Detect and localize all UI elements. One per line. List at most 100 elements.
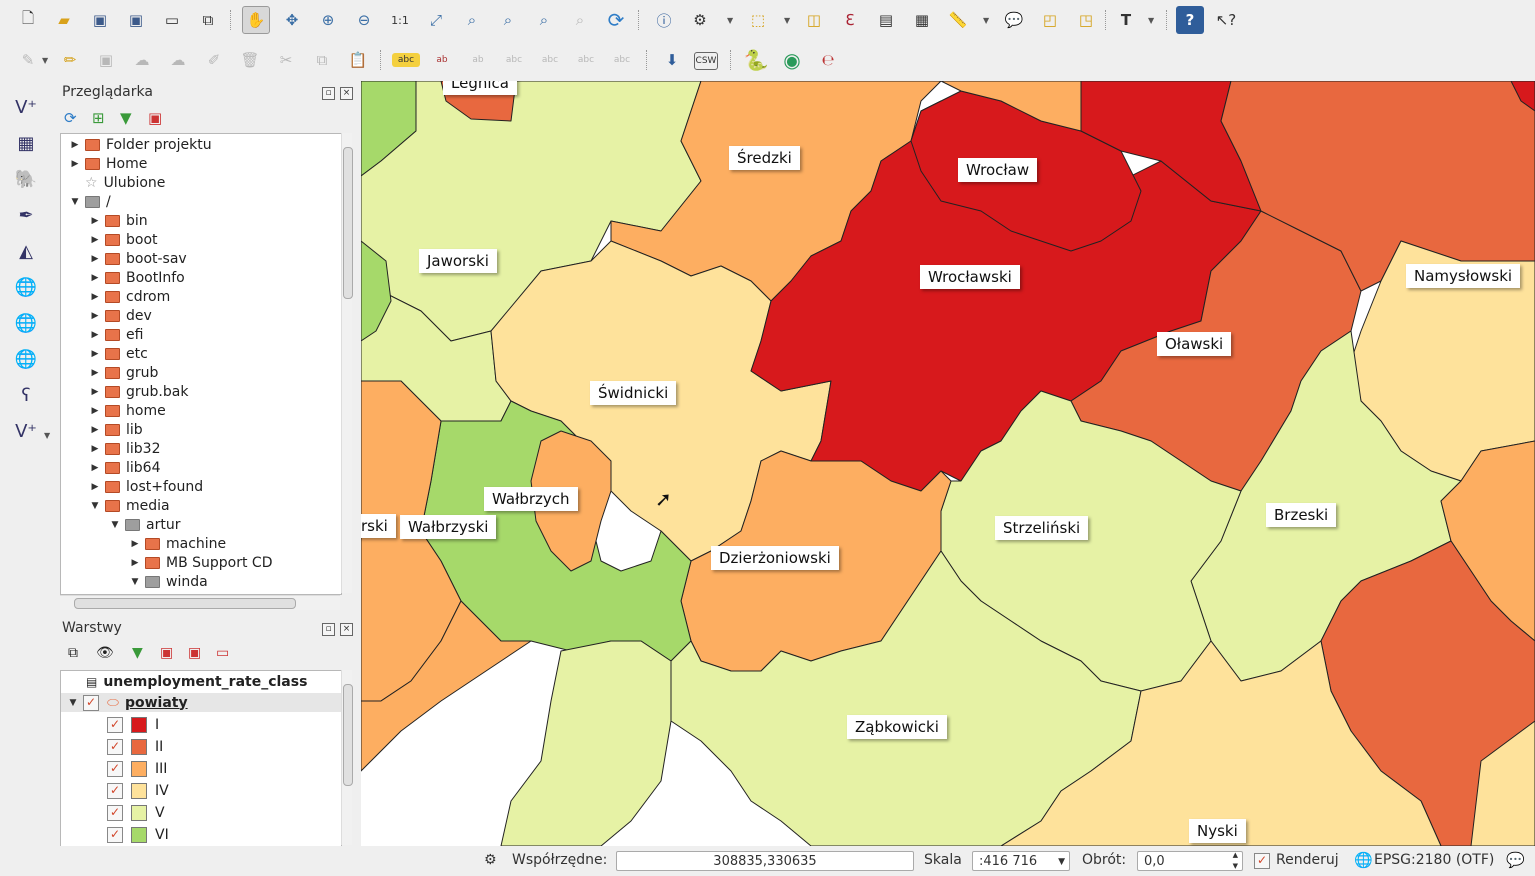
browser-item[interactable]: ▼ winda [129, 572, 208, 591]
class-visibility-checkbox[interactable]: ✓ [107, 738, 123, 755]
collapse-arrow-icon[interactable]: ▼ [69, 197, 81, 207]
attribute-table-icon[interactable]: ▤ [872, 6, 900, 34]
expand-arrow-icon[interactable]: ▶ [69, 159, 81, 169]
delete-selected-icon[interactable]: 🗑 [236, 46, 264, 74]
label-show-hide-icon[interactable]: ab [464, 46, 492, 74]
layers-close-icon[interactable]: × [340, 623, 353, 636]
class-visibility-checkbox[interactable]: ✓ [107, 760, 123, 777]
open-project-icon[interactable]: ▰ [50, 6, 78, 34]
legend-class-item[interactable]: ✓ III [107, 759, 167, 778]
class-visibility-checkbox[interactable]: ✓ [107, 716, 123, 733]
expand-arrow-icon[interactable]: ▶ [69, 140, 81, 150]
show-bookmarks-icon[interactable]: ◳ [1072, 6, 1100, 34]
browser-item[interactable]: ▶ cdrom [89, 287, 171, 306]
add-raster-layer-icon[interactable]: ▦ [10, 127, 42, 159]
layers-vscroll[interactable] [341, 670, 353, 845]
browser-refresh-icon[interactable]: ⟳ [64, 109, 77, 127]
zoom-to-selection-icon[interactable]: ⌕ [458, 6, 486, 34]
expand-arrow-icon[interactable]: ▶ [129, 558, 141, 568]
zoom-to-layer-icon[interactable]: ⌕ [494, 6, 522, 34]
expand-arrow-icon[interactable]: ▶ [89, 273, 101, 283]
browser-item[interactable]: ▼ artur [109, 515, 181, 534]
browser-filter-icon[interactable]: ▼ [120, 109, 132, 127]
scale-combo[interactable]: :416 716 ▼ [972, 851, 1070, 871]
add-spatialite-layer-icon[interactable]: ✒ [10, 199, 42, 231]
composer-manager-icon[interactable]: ⧉ [194, 6, 222, 34]
copy-features-icon[interactable]: ⧉ [308, 46, 336, 74]
expand-arrow-icon[interactable]: ▶ [89, 444, 101, 454]
browser-item[interactable]: ▶ etc [89, 344, 148, 363]
layer-labeling-icon[interactable]: abc [392, 53, 420, 67]
expand-arrow-icon[interactable]: ▶ [89, 387, 101, 397]
browser-item[interactable]: ▶ Folder projektu [69, 135, 212, 154]
python-icon[interactable]: 🐍 [742, 46, 770, 74]
class-visibility-checkbox[interactable]: ✓ [107, 782, 123, 799]
globe-icon[interactable]: ◉ [778, 46, 806, 74]
close-panel-icon[interactable]: × [340, 87, 353, 100]
browser-hscroll[interactable] [60, 595, 340, 610]
browser-item[interactable]: ▶ machine [129, 534, 227, 553]
coords-field[interactable]: 308835,330635 [616, 851, 914, 871]
pan-to-selection-icon[interactable]: ✥ [278, 6, 306, 34]
browser-item[interactable]: ▶ lost+found [89, 477, 204, 496]
layer-powiaty[interactable]: ▼ ✓ ⬭ powiaty [61, 693, 341, 712]
browser-item[interactable]: ▶ lib32 [89, 439, 161, 458]
label-rotate-icon[interactable]: abc [572, 46, 600, 74]
browser-item[interactable]: ▶ grub.bak [89, 382, 189, 401]
messages-icon[interactable]: ⚙ [484, 852, 497, 868]
browser-item[interactable]: ▶ Home [69, 154, 148, 173]
add-wcs-layer-icon[interactable]: 🌐 [10, 307, 42, 339]
filter-legend-icon[interactable]: ▼ [132, 645, 143, 661]
message-log-icon[interactable]: 💬 [1506, 851, 1525, 869]
browser-item[interactable]: ▶ grub [89, 363, 159, 382]
browser-item[interactable]: ▶ dev [89, 306, 152, 325]
legend-class-item[interactable]: ✓ I [107, 715, 159, 734]
legend-class-item[interactable]: ✓ VI [107, 825, 169, 844]
measure-icon[interactable]: 📏 [944, 6, 972, 34]
layer-unemployment-rate-class[interactable]: ▤ unemployment_rate_class [61, 672, 341, 691]
layers-float-icon[interactable]: ▫ [322, 623, 335, 636]
save-edits-icon[interactable]: ▣ [92, 46, 120, 74]
add-mssql-layer-icon[interactable]: ◭ [10, 235, 42, 267]
browser-item[interactable]: ▼ media [89, 496, 170, 515]
chevron-down-icon[interactable]: ▼ [1058, 852, 1065, 872]
toggle-editing-icon[interactable]: ✏ [56, 46, 84, 74]
paste-features-icon[interactable]: 📋 [344, 46, 372, 74]
class-visibility-checkbox[interactable]: ✓ [107, 826, 123, 843]
pan-icon[interactable]: ✋ [242, 6, 270, 34]
expand-arrow-icon[interactable]: ▶ [89, 482, 101, 492]
remove-layer-icon[interactable]: ▭ [216, 645, 229, 661]
expand-all-icon[interactable]: ▣ [160, 645, 173, 661]
label-pin-icon[interactable]: ab [428, 46, 456, 74]
add-wfs-layer-icon[interactable]: 🌐 [10, 343, 42, 375]
geosearch-icon[interactable]: ⬇ [658, 46, 686, 74]
deselect-icon[interactable]: ◫ [800, 6, 828, 34]
rotation-spinbox[interactable]: 0,0 ▲ ▼ [1137, 851, 1243, 871]
open-layer-styling-icon[interactable]: ⧉ [68, 645, 78, 661]
layer-visibility-checkbox[interactable]: ✓ [83, 694, 99, 711]
zoom-in-icon[interactable]: ⊕ [314, 6, 342, 34]
label-change-icon[interactable]: abc [608, 46, 636, 74]
identify-icon[interactable]: ⓘ [650, 6, 678, 34]
action-icon[interactable]: ⚙ [686, 6, 714, 34]
expand-arrow-icon[interactable]: ▶ [89, 292, 101, 302]
save-as-icon[interactable]: ▣ [122, 6, 150, 34]
symbol-icon[interactable]: ℮ [814, 46, 842, 74]
browser-item[interactable]: ☆ Ulubione [69, 173, 165, 192]
label-highlight-icon[interactable]: abc [500, 46, 528, 74]
expand-arrow-icon[interactable]: ▶ [89, 254, 101, 264]
refresh-icon[interactable]: ⟳ [602, 6, 630, 34]
new-print-composer-icon[interactable]: ▭ [158, 6, 186, 34]
expand-arrow-icon[interactable]: ▶ [89, 349, 101, 359]
map-tips-icon[interactable]: 💬 [1000, 6, 1028, 34]
digitize-icon[interactable]: ✎ [14, 46, 42, 74]
legend-class-item[interactable]: ✓ II [107, 737, 163, 756]
expand-arrow-icon[interactable]: ▶ [89, 406, 101, 416]
cut-features-icon[interactable]: ✂ [272, 46, 300, 74]
browser-vscroll[interactable] [341, 133, 353, 593]
collapse-all-icon[interactable]: ▣ [188, 645, 201, 661]
browser-item[interactable]: ▼ / [69, 192, 111, 211]
node-tool-icon[interactable]: ✐ [200, 46, 228, 74]
browser-item[interactable]: ▶ MB Support CD [129, 553, 273, 572]
collapse-arrow-icon[interactable]: ▼ [109, 520, 121, 530]
